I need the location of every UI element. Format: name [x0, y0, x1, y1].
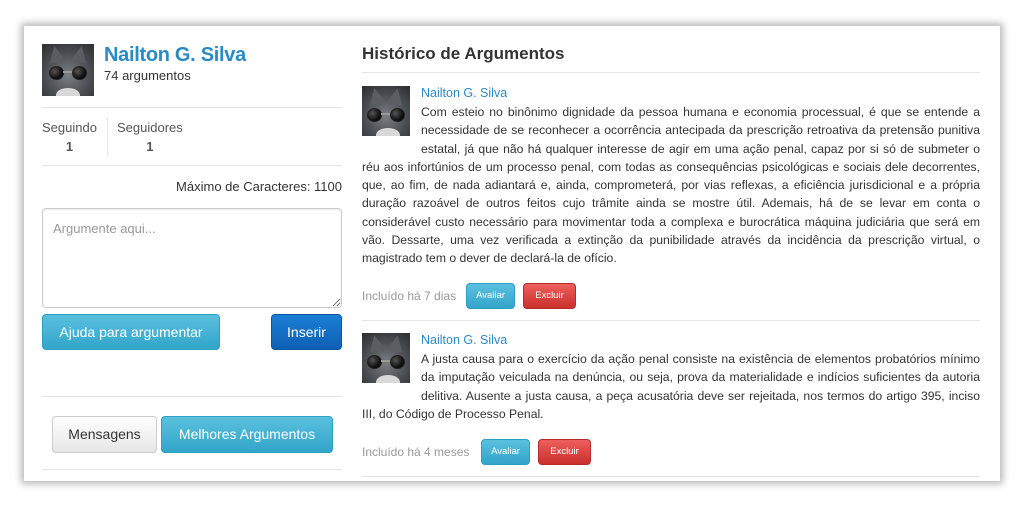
messages-button[interactable]: Mensagens [52, 416, 157, 453]
post-text-wrap: Com esteio no binônimo dignidade da pess… [362, 103, 980, 268]
cat-ear-icon [70, 44, 90, 64]
stat-divider [107, 118, 108, 156]
argument-textarea[interactable] [42, 208, 342, 308]
delete-button[interactable]: Excluir [538, 439, 591, 465]
post-timestamp: Incluído há 7 dias [362, 289, 457, 303]
argument-count: 74 argumentos [104, 68, 191, 83]
post-author[interactable]: Nailton G. Silva [421, 333, 507, 347]
profile-avatar[interactable] [42, 44, 94, 96]
divider [362, 476, 980, 477]
help-argue-button[interactable]: Ajuda para argumentar [42, 314, 220, 350]
following-stat[interactable]: Seguindo 1 [42, 120, 97, 154]
divider [42, 469, 342, 470]
post-author[interactable]: Nailton G. Silva [421, 86, 507, 100]
following-count: 1 [65, 139, 74, 154]
divider [362, 320, 980, 321]
rate-button[interactable]: Avaliar [481, 439, 530, 465]
divider [362, 72, 980, 73]
divider [42, 396, 342, 397]
followers-stat[interactable]: Seguidores 1 [117, 120, 183, 154]
max-characters-label: Máximo de Caracteres: 1100 [176, 179, 342, 194]
post-text: Com esteio no binônimo dignidade da pess… [362, 105, 980, 266]
best-arguments-button[interactable]: Melhores Argumentos [161, 416, 333, 453]
post-text: A justa causa para o exercício da ação p… [362, 352, 980, 421]
divider [42, 107, 342, 108]
profile-name[interactable]: Nailton G. Silva [104, 44, 246, 67]
sunglasses-icon [49, 66, 87, 80]
profile-page-card: Nailton G. Silva 74 argumentos Seguindo … [24, 26, 1000, 481]
post-text-wrap: A justa causa para o exercício da ação p… [362, 350, 980, 423]
cat-ear-icon [46, 44, 66, 64]
followers-count: 1 [146, 139, 154, 154]
profile-sidebar: Nailton G. Silva 74 argumentos Seguindo … [42, 26, 342, 481]
post-timestamp: Incluído há 4 meses [362, 445, 470, 459]
divider [42, 165, 342, 166]
followers-label: Seguidores [117, 120, 183, 135]
following-label: Seguindo [42, 120, 97, 135]
insert-button[interactable]: Inserir [271, 314, 342, 350]
rate-button[interactable]: Avaliar [466, 283, 515, 309]
page-title: Histórico de Argumentos [362, 44, 565, 63]
delete-button[interactable]: Excluir [523, 283, 576, 309]
argument-history: Histórico de Argumentos Nailton G. Silva… [362, 26, 980, 481]
